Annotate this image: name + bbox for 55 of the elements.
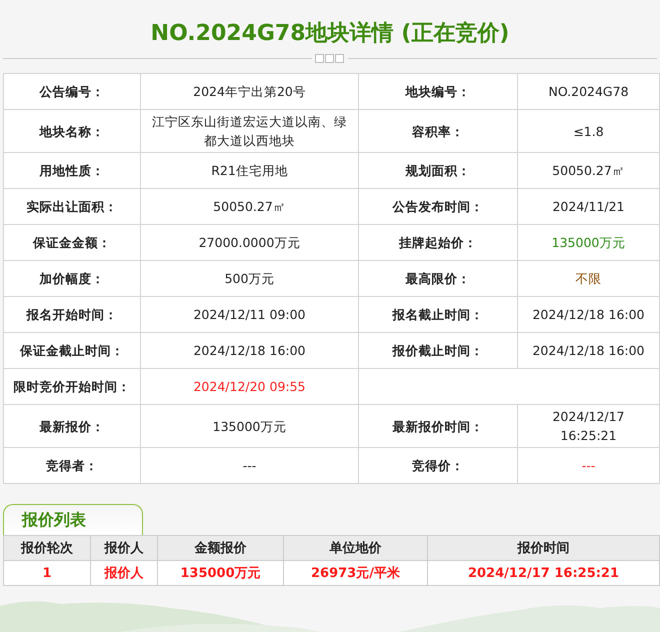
field-value: 2024/12/20 09:55 — [140, 368, 358, 404]
field-label: 公告编号： — [4, 74, 140, 110]
field-label: 地块编号： — [358, 74, 518, 110]
field-value: ≤1.8 — [518, 110, 660, 152]
table-cell: 135000万元 — [158, 560, 284, 586]
field-value: 2024/11/21 — [518, 188, 660, 224]
field-value: 2024/12/11 09:00 — [140, 296, 358, 332]
field-value: 不限 — [518, 260, 660, 296]
field-label: 报价截止时间： — [358, 332, 518, 368]
field-value: 500万元 — [140, 260, 358, 296]
field-value: 江宁区东山街道宏运大道以南、绿都大道以西地块 — [140, 110, 358, 152]
table-cell: 1 — [4, 560, 90, 586]
field-value: 50050.27㎡ — [518, 152, 660, 188]
field-label: 地块名称： — [4, 110, 140, 152]
field-label: 用地性质： — [4, 152, 140, 188]
field-label: 最新报价时间： — [358, 404, 518, 448]
column-header: 报价轮次 — [4, 536, 90, 560]
field-label: 挂牌起始价： — [358, 224, 518, 260]
field-value: 2024/12/17 16:25:21 — [518, 404, 660, 448]
field-value: NO.2024G78 — [518, 74, 660, 110]
field-value: 135000万元 — [140, 404, 358, 448]
field-value: 135000万元 — [518, 224, 660, 260]
column-header: 金额报价 — [158, 536, 284, 560]
field-label: 最高限价： — [358, 260, 518, 296]
column-header: 报价人 — [90, 536, 158, 560]
field-label: 限时竞价开始时间： — [4, 368, 140, 404]
field-value: 2024/12/18 16:00 — [518, 296, 660, 332]
field-label: 竞得者： — [4, 448, 140, 484]
table-cell: 报价人 — [90, 560, 158, 586]
table-cell: 2024/12/17 16:25:21 — [428, 560, 660, 586]
column-header: 报价时间 — [428, 536, 660, 560]
page-title: NO.2024G78地块详情 (正在竞价) — [150, 20, 510, 48]
divider-ornament-icon — [312, 54, 348, 64]
field-label: 保证金金额： — [4, 224, 140, 260]
field-label: 最新报价： — [4, 404, 140, 448]
field-label: 保证金截止时间： — [4, 332, 140, 368]
field-value: --- — [140, 448, 358, 484]
column-header: 单位地价 — [284, 536, 428, 560]
field-value: --- — [518, 448, 660, 484]
field-value: 50050.27㎡ — [140, 188, 358, 224]
field-label: 报名开始时间： — [4, 296, 140, 332]
field-value: R21住宅用地 — [140, 152, 358, 188]
field-value: 27000.0000万元 — [140, 224, 358, 260]
field-label: 公告发布时间： — [358, 188, 518, 224]
field-value: 2024/12/18 16:00 — [518, 332, 660, 368]
section-tab[interactable]: 报价列表 — [3, 504, 143, 535]
field-value: 2024年宁出第20号 — [140, 74, 358, 110]
field-label: 容积率： — [358, 110, 518, 152]
field-label: 实际出让面积： — [4, 188, 140, 224]
field-value: 2024/12/18 16:00 — [140, 332, 358, 368]
field-label: 竞得价： — [358, 448, 518, 484]
field-label: 加价幅度： — [4, 260, 140, 296]
field-label: 报名截止时间： — [358, 296, 518, 332]
table-cell: 26973元/平米 — [284, 560, 428, 586]
field-label: 规划面积： — [358, 152, 518, 188]
